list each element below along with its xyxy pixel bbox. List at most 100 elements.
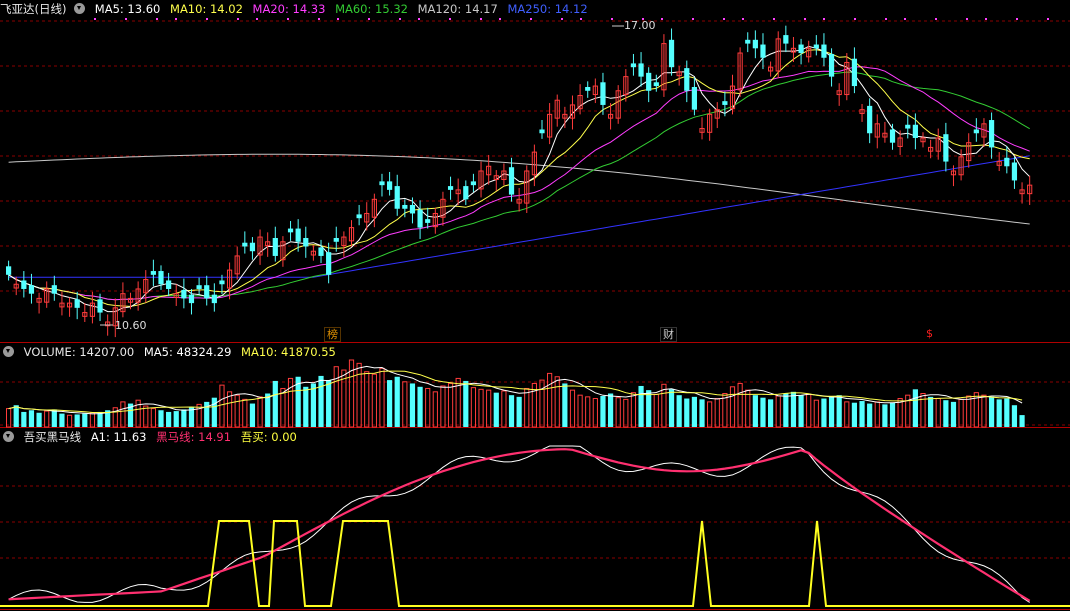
volume-bar: [394, 376, 400, 427]
ma20-line: [8, 66, 1030, 301]
volume-bar: [562, 383, 568, 427]
candle-body: [684, 68, 690, 91]
volume-bar: [783, 393, 789, 427]
volume-bar: [82, 413, 88, 427]
candle-body: [249, 242, 256, 252]
candle-body: [28, 285, 35, 294]
candle-body: [272, 238, 278, 256]
candle-body: [798, 44, 804, 54]
candle-body: [973, 129, 979, 134]
volume-bar: [379, 367, 385, 428]
volume-bar: [874, 401, 880, 428]
volume-bar: [173, 411, 179, 427]
a1-line: [8, 445, 1030, 603]
collapse-icon[interactable]: [74, 3, 86, 14]
volume-bar: [417, 386, 423, 427]
candle-body: [760, 44, 766, 58]
volume-bar: [143, 405, 149, 428]
candle-body: [646, 72, 652, 91]
volume-bar: [996, 399, 1002, 427]
ma250-value: MA250: 14.12: [507, 2, 588, 16]
candle-body: [1011, 162, 1018, 181]
marker-dot: [125, 18, 127, 20]
ma60-value: MA60: 15.32: [335, 2, 408, 16]
volume-bar: [196, 403, 202, 428]
volume-bar: [74, 414, 80, 427]
marker-dot: [966, 18, 968, 20]
volume-bar: [958, 398, 964, 428]
candle-body: [402, 204, 408, 209]
ma250-line: [8, 155, 1030, 278]
candle-body: [333, 238, 339, 242]
event-tag-cai[interactable]: 财: [660, 327, 677, 342]
marker-dot: [318, 18, 320, 20]
stock-title: 飞亚达(日线): [0, 2, 67, 16]
marker-dot: [287, 18, 289, 20]
candle-body: [394, 186, 400, 209]
volume-bar: [699, 399, 705, 427]
marker-dot: [156, 18, 158, 20]
ma10-value: MA10: 14.02: [170, 2, 243, 16]
marker-dot: [1016, 18, 1018, 20]
indicator-header: 吾买黑马线 A1: 11.63 黑马线: 14.91 吾买: 0.00: [0, 428, 303, 446]
volume-bar: [539, 379, 545, 428]
volume-bar: [630, 392, 637, 428]
volume-bar: [988, 396, 995, 427]
candle-body: [828, 53, 835, 77]
candle-body: [150, 271, 156, 275]
volume-bar: [806, 393, 812, 428]
candle-body: [912, 124, 918, 138]
candle-body: [318, 247, 324, 256]
candle-body: [943, 134, 949, 162]
candle-body: [630, 63, 637, 68]
marker-dot: [692, 18, 694, 20]
candle-body: [188, 294, 195, 304]
chart-canvas[interactable]: [0, 0, 1070, 611]
volume-bar: [859, 401, 865, 427]
volume-bar: [607, 393, 614, 427]
volume-bar: [524, 387, 530, 428]
volume-bar: [882, 404, 888, 427]
candle-body: [387, 181, 393, 190]
marker-dot: [256, 18, 258, 20]
volume-bar: [912, 389, 918, 427]
candle-body: [668, 39, 675, 68]
candle-body: [326, 252, 332, 275]
candle-body: [752, 39, 758, 49]
volume-bar: [638, 385, 644, 427]
volume-bar: [211, 397, 217, 427]
volume-bar: [646, 390, 652, 427]
collapse-icon[interactable]: [3, 431, 14, 442]
volume-ma10: MA10: 41870.55: [241, 345, 336, 359]
candle-body: [425, 219, 431, 223]
ma5-value: MA5: 13.60: [94, 2, 161, 16]
candle-body: [211, 294, 217, 304]
candle-body: [196, 285, 202, 289]
candle-body: [181, 289, 187, 299]
marker-dot: [206, 18, 208, 20]
candle-body: [508, 167, 515, 195]
volume-bar: [181, 409, 187, 427]
event-tag-bang[interactable]: 榜: [324, 327, 341, 342]
volume-bar: [97, 411, 103, 427]
volume-bar: [440, 385, 446, 428]
high-price-label: 17.00: [624, 19, 656, 32]
marker-dot: [368, 18, 370, 20]
volume-bar: [486, 389, 492, 428]
candle-body: [851, 58, 858, 87]
volume-bar: [249, 403, 256, 427]
event-tag-dollar[interactable]: $: [924, 327, 935, 340]
volume-header: VOLUME: 14207.00 MA5: 48324.29 MA10: 418…: [0, 343, 342, 361]
volume-ma5: MA5: 48324.29: [143, 345, 232, 359]
marker-dot: [804, 18, 806, 20]
collapse-icon[interactable]: [3, 346, 14, 357]
volume-bar: [516, 396, 522, 427]
candle-body: [21, 280, 27, 289]
candle-body: [166, 280, 172, 289]
volume-bar: [600, 396, 606, 427]
candle-body: [813, 44, 819, 49]
volume-bar: [729, 386, 736, 428]
marker-dot: [723, 18, 725, 20]
volume-bar: [851, 402, 858, 427]
marker-dot: [1047, 18, 1049, 20]
